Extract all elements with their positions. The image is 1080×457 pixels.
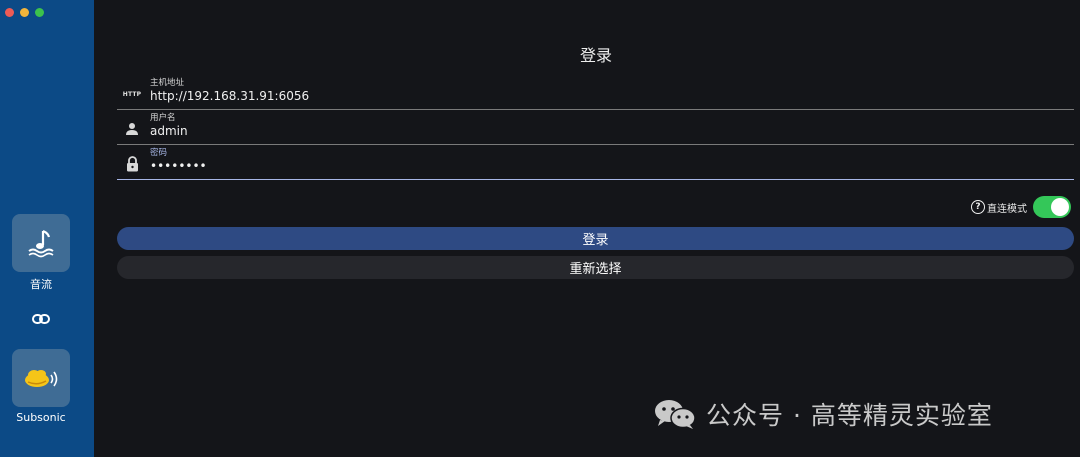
watermark: 公众号 · 高等精灵实验室 [654,396,993,432]
reselect-button[interactable]: 重新选择 [117,256,1074,279]
app-tile-subsonic[interactable] [12,349,70,407]
app-label-yinliu: 音流 [30,278,52,291]
direct-mode-label: 直连模式 [987,203,1027,215]
http-icon: HTTP [122,90,142,98]
password-field[interactable]: 密码 •••••••• [117,144,1074,180]
zoom-window-button[interactable] [35,8,44,17]
host-input[interactable]: http://192.168.31.91:6056 [150,89,309,103]
username-field[interactable]: 用户名 admin [117,109,1074,145]
help-icon[interactable]: ? [971,200,985,214]
direct-mode-toggle[interactable] [1033,196,1071,218]
username-input[interactable]: admin [150,124,188,138]
login-button[interactable]: 登录 [117,227,1074,250]
link-icon[interactable] [32,312,50,326]
minimize-window-button[interactable] [20,8,29,17]
host-label: 主机地址 [150,78,185,88]
sidebar: 音流 Subsonic [0,0,94,457]
app-tile-yinliu[interactable] [12,214,70,272]
app-label-subsonic: Subsonic [16,411,66,424]
window-controls [5,8,44,17]
password-label: 密码 [150,148,168,158]
wechat-icon [655,400,696,429]
music-wave-icon [28,229,54,258]
person-icon [123,121,141,137]
subsonic-cloud-icon [25,370,58,387]
password-input[interactable]: •••••••• [150,159,207,173]
page-title: 登录 [579,46,612,65]
host-field[interactable]: HTTP 主机地址 http://192.168.31.91:6056 [117,74,1074,110]
close-window-button[interactable] [5,8,14,17]
toggle-knob [1051,198,1069,216]
watermark-text: 公众号 · 高等精灵实验室 [706,401,993,430]
username-label: 用户名 [150,113,176,123]
lock-icon [123,156,141,172]
direct-mode-row: ? 直连模式 [971,195,1071,219]
